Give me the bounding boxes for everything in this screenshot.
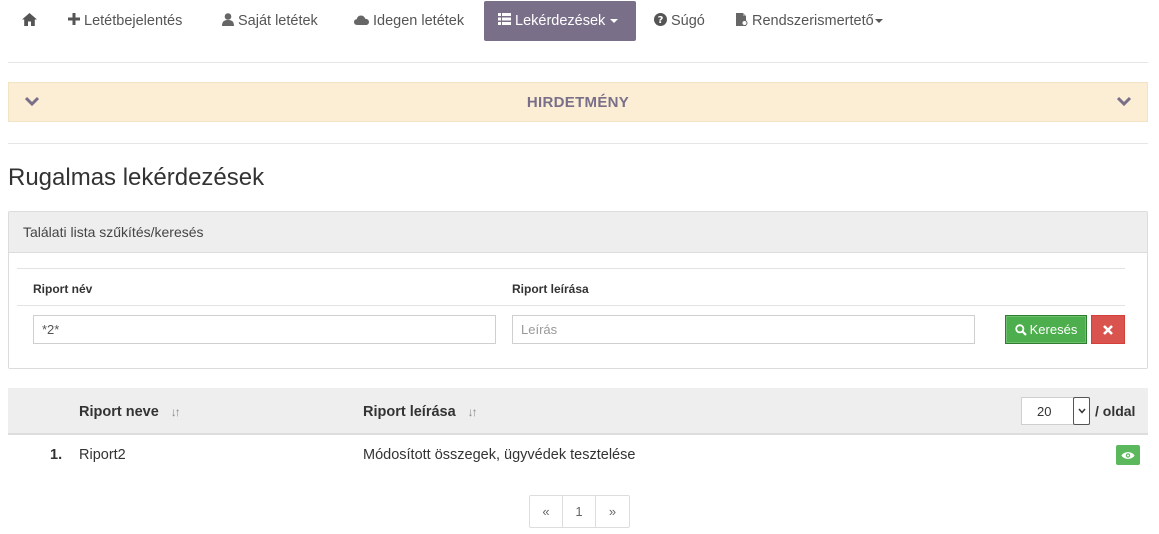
pagination-prev[interactable]: « [530,496,563,527]
nav-lekerdezesek[interactable]: Lekérdezések [484,1,636,41]
page-title: Rugalmas lekérdezések [8,164,265,191]
results-table-header: Riport neve ↓↑ Riport leírása ↓↑ 20 / olda… [8,388,1148,435]
per-page-label: / oldal [1095,403,1136,419]
search-button[interactable]: Keresés [1005,315,1087,344]
nav-label: Lekérdezések [515,13,606,29]
row-report-description: Módosított összegek, ügyvédek tesztelése [363,447,636,463]
view-button[interactable] [1116,445,1140,465]
nav-home[interactable] [8,1,55,41]
divider [17,268,1125,269]
search-button-label: Keresés [1029,322,1078,337]
sort-icon[interactable]: ↓↑ [171,405,181,419]
nav-sugo[interactable]: ? Súgó [640,1,719,41]
clear-button[interactable] [1091,315,1125,344]
chevron-down-icon [874,19,883,23]
row-index: 1. [50,447,63,463]
report-description-input[interactable] [512,315,975,344]
search-icon [1014,323,1027,336]
notice-title: HIRDETMÉNY [526,94,630,111]
eye-icon [1121,451,1135,459]
nav-sajat-letetek[interactable]: Saját letétek [208,1,332,41]
question-circle-icon: ? [654,12,667,30]
main-navbar: Letétbejelentés Saját letétek Idegen let… [0,0,1159,41]
chevron-down-icon[interactable] [1117,96,1131,106]
row-report-name: Riport2 [79,447,126,463]
divider [8,62,1148,63]
column-header-report-name[interactable]: Riport neve ↓↑ [79,404,181,420]
cloud-icon [354,13,369,29]
nav-label: Idegen letétek [373,13,465,29]
plus-icon [68,13,80,29]
search-panel-heading: Találati lista szűkítés/keresés [9,212,1147,253]
pagination: « 1 » [529,495,630,528]
report-description-label: Riport leírása [512,282,589,296]
divider [8,143,1148,144]
chevron-down-icon[interactable] [1073,397,1090,425]
nav-label: Rendszerismertető [752,13,874,29]
nav-rendszerismerteto[interactable]: Rendszerismertető [722,1,897,41]
home-icon [22,12,37,30]
nav-label: Letétbejelentés [84,13,183,29]
nav-idegen-letetek[interactable]: Idegen letétek [340,1,478,41]
report-name-label: Riport név [33,282,93,296]
sort-icon[interactable]: ↓↑ [468,405,478,419]
page-size-select[interactable]: 20 [1021,397,1090,425]
list-icon [498,13,511,29]
table-row: 1. Riport2 Módosított összegek, ügyvédek… [8,437,1148,475]
user-icon [222,12,234,30]
nav-label: Súgó [671,13,705,29]
close-icon [1103,324,1113,335]
file-icon [736,12,748,30]
chevron-down-icon [610,19,619,23]
pagination-next[interactable]: » [596,496,629,527]
report-name-input[interactable] [33,315,496,344]
nav-label: Saját letétek [238,13,318,29]
pagination-page-1[interactable]: 1 [563,496,596,527]
page-size-value: 20 [1037,404,1052,419]
search-panel: Találati lista szűkítés/keresés Riport n… [8,211,1148,369]
notice-bar[interactable]: HIRDETMÉNY [8,82,1148,122]
column-header-report-description[interactable]: Riport leírása ↓↑ [363,404,478,420]
column-label: Riport neve [79,404,159,420]
divider [17,305,1125,306]
nav-letetbejelentes[interactable]: Letétbejelentés [54,1,196,41]
svg-text:?: ? [658,15,664,26]
column-label: Riport leírása [363,404,456,420]
